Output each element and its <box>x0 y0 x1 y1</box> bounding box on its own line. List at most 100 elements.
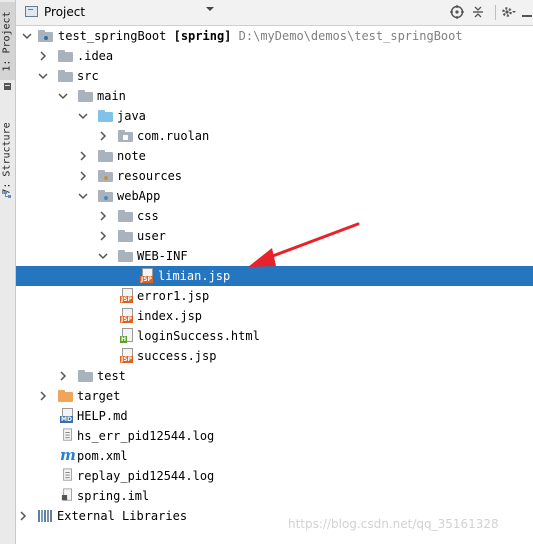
note-label: note <box>117 149 146 163</box>
chevron-right-icon[interactable] <box>77 150 89 162</box>
spring-iml-label: spring.iml <box>77 489 150 503</box>
main-label: main <box>97 89 126 103</box>
tree-row-main[interactable]: main <box>16 86 533 106</box>
tree-row-index-jsp[interactable]: JSP index.jsp <box>16 306 533 326</box>
project-tool-tab[interactable]: 1: Project <box>0 2 15 80</box>
root-module: [spring] <box>173 29 232 43</box>
package-label: com.ruolan <box>137 129 210 143</box>
chevron-down-icon[interactable] <box>21 30 33 42</box>
library-icon <box>38 509 54 523</box>
md-badge: MD <box>60 416 73 423</box>
project-tab-label: 1: Project <box>2 10 13 72</box>
jsp-file-icon: JSP <box>120 348 133 363</box>
gear-icon[interactable] <box>500 4 516 20</box>
tree-row-help-md[interactable]: MD HELP.md <box>16 406 533 426</box>
tree-row-limian-jsp[interactable]: JSP limian.jsp <box>16 266 533 286</box>
tree-row-webinf[interactable]: WEB-INF <box>16 246 533 266</box>
chevron-down-icon[interactable] <box>77 190 89 202</box>
jsp-badge: JSP <box>120 356 133 363</box>
chevron-right-icon[interactable] <box>77 170 89 182</box>
target-icon[interactable] <box>449 4 465 20</box>
maven-icon: m <box>60 446 76 464</box>
tree-row-pom-xml[interactable]: m pom.xml <box>16 446 533 466</box>
target-label: target <box>77 389 121 403</box>
project-tab-icon <box>4 83 11 90</box>
folder-icon <box>58 49 74 63</box>
project-view-icon <box>25 6 38 17</box>
idea-label: .idea <box>77 49 114 63</box>
tool-window-strip: 1: Project 7: Structure <box>0 0 16 544</box>
tree-row-java[interactable]: java <box>16 106 533 126</box>
hs-err-log-label: hs_err_pid12544.log <box>77 429 215 443</box>
chevron-right-icon[interactable] <box>37 50 49 62</box>
tree-row-spring-iml[interactable]: spring.iml <box>16 486 533 506</box>
chevron-right-icon[interactable] <box>97 130 109 142</box>
loginsuccess-html-label: loginSuccess.html <box>137 329 260 343</box>
external-libraries-label: External Libraries <box>57 509 188 523</box>
html-file-icon: H <box>120 328 133 343</box>
resources-label: resources <box>117 169 183 183</box>
tree-row-loginsuccess-html[interactable]: H loginSuccess.html <box>16 326 533 346</box>
log-file-icon <box>63 428 72 441</box>
chevron-down-icon[interactable] <box>37 70 49 82</box>
pom-xml-label: pom.xml <box>77 449 128 463</box>
chevron-right-icon[interactable] <box>57 370 69 382</box>
css-label: css <box>137 209 159 223</box>
chevron-right-icon[interactable] <box>97 230 109 242</box>
tree-row-target[interactable]: target <box>16 386 533 406</box>
excluded-folder-icon <box>58 389 74 403</box>
collapse-all-icon[interactable] <box>470 4 486 20</box>
project-tree: test_springBoot [spring] D:\myDemo\demos… <box>16 26 533 544</box>
module-file-icon <box>61 488 72 501</box>
chevron-down-icon[interactable] <box>57 90 69 102</box>
replay-log-label: replay_pid12544.log <box>77 469 215 483</box>
folder-icon <box>58 69 74 83</box>
tree-row-note[interactable]: note <box>16 146 533 166</box>
tree-row-package[interactable]: com.ruolan <box>16 126 533 146</box>
jsp-badge: JSP <box>120 316 133 323</box>
folder-icon <box>78 89 94 103</box>
tree-row-webapp[interactable]: webApp <box>16 186 533 206</box>
java-label: java <box>117 109 146 123</box>
folder-icon <box>118 229 134 243</box>
chevron-right-icon[interactable] <box>37 390 49 402</box>
root-path: D:\myDemo\demos\test_springBoot <box>238 29 463 43</box>
folder-icon <box>118 209 134 223</box>
test-label: test <box>97 369 126 383</box>
structure-tab-label: 7: Structure <box>2 121 13 195</box>
tree-row-error1-jsp[interactable]: JSP error1.jsp <box>16 286 533 306</box>
tree-row-test[interactable]: test <box>16 366 533 386</box>
user-label: user <box>137 229 166 243</box>
folder-icon <box>98 149 114 163</box>
watermark: https://blog.csdn.net/qq_35161328 <box>288 517 499 531</box>
module-folder-icon <box>38 29 54 43</box>
hide-icon[interactable] <box>519 4 533 20</box>
index-jsp-label: index.jsp <box>137 309 203 323</box>
src-label: src <box>77 69 99 83</box>
web-folder-icon <box>98 189 114 203</box>
error1-jsp-label: error1.jsp <box>137 289 210 303</box>
chevron-down-icon[interactable] <box>205 5 215 13</box>
package-icon <box>118 129 134 143</box>
tree-row-idea[interactable]: .idea <box>16 46 533 66</box>
limian-jsp-label: limian.jsp <box>158 269 231 283</box>
tree-row-hs-err-log[interactable]: hs_err_pid12544.log <box>16 426 533 446</box>
md-file-icon: MD <box>60 408 73 423</box>
tree-row-css[interactable]: css <box>16 206 533 226</box>
chevron-right-icon[interactable] <box>17 510 29 522</box>
structure-tab-icon <box>4 191 11 198</box>
resources-folder-icon <box>98 169 114 183</box>
webapp-label: webApp <box>117 189 161 203</box>
chevron-down-icon[interactable] <box>77 110 89 122</box>
folder-icon <box>118 249 134 263</box>
chevron-down-icon[interactable] <box>97 250 109 262</box>
tree-row-success-jsp[interactable]: JSP success.jsp <box>16 346 533 366</box>
project-view-title[interactable]: Project <box>44 5 85 19</box>
tree-row-resources[interactable]: resources <box>16 166 533 186</box>
tree-row-user[interactable]: user <box>16 226 533 246</box>
tree-row-src[interactable]: src <box>16 66 533 86</box>
tree-row-root[interactable]: test_springBoot [spring] D:\myDemo\demos… <box>16 26 533 46</box>
tree-row-replay-log[interactable]: replay_pid12544.log <box>16 466 533 486</box>
jsp-badge: JSP <box>140 276 153 283</box>
chevron-right-icon[interactable] <box>97 210 109 222</box>
